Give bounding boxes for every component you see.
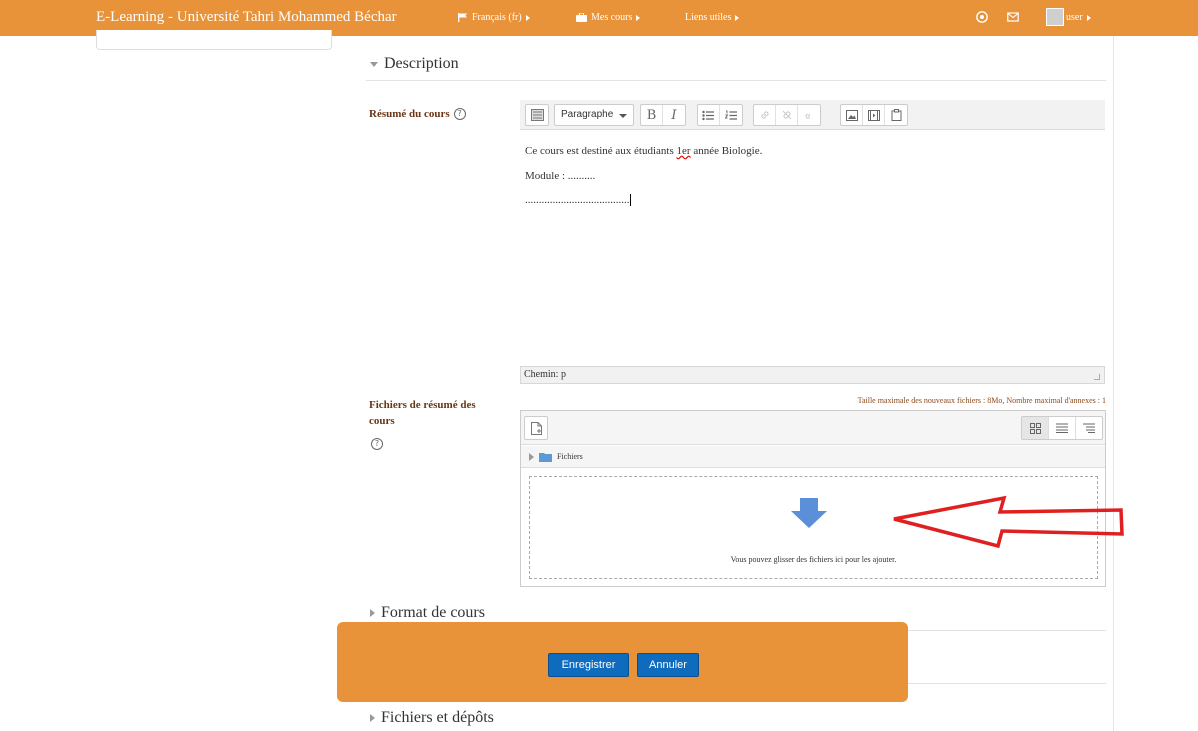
help-icon[interactable]: ? (371, 438, 383, 450)
anchor-button[interactable] (798, 105, 820, 125)
caret-right-icon (525, 14, 530, 21)
useful-links-menu[interactable]: Liens utiles (685, 12, 740, 23)
summary-files-label-text: Fichiers de résumé des cours (369, 399, 476, 427)
my-courses-menu[interactable]: Mes cours (576, 12, 641, 23)
file-manager-toolbar (521, 411, 1105, 445)
summary-files-label: Fichiers de résumé des cours (369, 397, 499, 429)
text-style-group: B I (640, 104, 686, 126)
anchor-icon (805, 113, 811, 119)
drop-arrow-icon (791, 498, 827, 528)
tree-icon (1083, 423, 1095, 433)
italic-icon: I (671, 107, 677, 123)
view-switcher (1021, 416, 1103, 440)
cancel-button[interactable]: Annuler (637, 653, 699, 677)
insert-media-button[interactable] (863, 105, 885, 125)
add-file-button[interactable] (524, 416, 548, 440)
summary-editor[interactable] (520, 131, 1105, 365)
editor-path: Chemin: p (524, 369, 566, 380)
list-group (697, 104, 743, 126)
folder-icon (539, 452, 552, 462)
unlink-button[interactable] (776, 105, 798, 125)
user-menu[interactable]: user (1066, 12, 1091, 23)
useful-links-label: Liens utiles (685, 12, 732, 23)
drop-zone-text: Vous pouvez glisser des fichiers ici pou… (730, 555, 897, 564)
section-course-format-title: Format de cours (381, 604, 485, 621)
user-avatar[interactable] (1046, 8, 1064, 26)
link-icon (760, 111, 769, 119)
briefcase-icon (576, 13, 587, 22)
messages-icon[interactable] (1007, 11, 1019, 23)
media-group (840, 104, 908, 126)
flag-icon (458, 13, 467, 22)
toolbar-toggle-icon (530, 109, 544, 121)
divider (366, 80, 1106, 81)
editor-text: Ce cours est destiné aux étudiants (525, 145, 677, 157)
summary-label-text: Résumé du cours (369, 108, 450, 120)
image-icon (845, 109, 858, 121)
expand-triangle-icon[interactable] (529, 452, 534, 461)
editor-line-3: ...................................... (525, 194, 631, 207)
collapsed-triangle-icon (370, 609, 375, 617)
editor-text: année Biologie. (690, 145, 763, 157)
clipboard-icon (891, 109, 901, 121)
section-files-uploads-toggle[interactable]: Fichiers et dépôts (370, 709, 494, 727)
link-group (753, 104, 821, 126)
help-icon[interactable]: ? (453, 108, 466, 121)
tree-view-button[interactable] (1076, 417, 1102, 439)
language-menu[interactable]: Français (fr) (458, 12, 530, 23)
resize-handle-icon[interactable] (1094, 374, 1100, 380)
ordered-list-button[interactable] (720, 105, 742, 125)
italic-button[interactable]: I (663, 105, 685, 125)
manage-files-button[interactable] (885, 105, 907, 125)
caret-right-icon (636, 14, 641, 21)
grid-icon (1029, 422, 1041, 434)
notifications-icon[interactable] (976, 11, 988, 23)
language-label: Français (fr) (472, 12, 522, 23)
caret-right-icon (1086, 14, 1091, 21)
caret-right-icon (735, 14, 740, 21)
icon-view-button[interactable] (1022, 417, 1049, 439)
unordered-list-button[interactable] (698, 105, 720, 125)
unordered-list-icon (702, 110, 714, 120)
misspelled-word: 1er (676, 145, 691, 157)
link-button[interactable] (754, 105, 776, 125)
list-view-button[interactable] (1049, 417, 1076, 439)
ordered-list-icon (724, 110, 737, 120)
bold-icon: B (646, 107, 657, 123)
media-icon (867, 109, 880, 121)
collapsed-triangle-icon (370, 714, 375, 722)
paragraph-format-value: Paragraphe (561, 109, 614, 120)
chevron-down-icon (619, 114, 627, 118)
summary-label: Résumé du cours? (369, 106, 466, 122)
user-name: user (1066, 12, 1083, 23)
insert-image-button[interactable] (841, 105, 863, 125)
folder-name[interactable]: Fichiers (557, 452, 583, 461)
save-button[interactable]: Enregistrer (548, 653, 629, 677)
editor-line-2: Module : .......... (525, 170, 596, 182)
my-courses-label: Mes cours (591, 12, 633, 23)
annotation-arrow-icon (893, 495, 1124, 549)
section-description-toggle[interactable]: Description (370, 55, 459, 73)
section-description-title: Description (384, 55, 459, 72)
add-file-icon (530, 421, 542, 435)
section-files-uploads-title: Fichiers et dépôts (381, 709, 494, 726)
bold-button[interactable]: B (641, 105, 663, 125)
editor-statusbar: Chemin: p (520, 366, 1105, 384)
unlink-icon (782, 110, 791, 120)
left-block-panel (96, 30, 332, 50)
file-path-bar: Fichiers (521, 446, 1105, 468)
list-icon (1056, 423, 1068, 433)
text-cursor (629, 194, 631, 207)
toolbar-toggle-button[interactable] (525, 104, 549, 126)
site-brand[interactable]: E-Learning - Université Tahri Mohammed B… (96, 9, 397, 26)
editor-line-1: Ce cours est destiné aux étudiants 1er a… (525, 145, 762, 157)
content-border (1113, 36, 1114, 731)
expanded-triangle-icon (370, 61, 378, 67)
section-course-format-toggle[interactable]: Format de cours (370, 604, 485, 622)
file-limits-note: Taille maximale des nouveaux fichiers : … (857, 396, 1106, 405)
paragraph-format-select[interactable]: Paragraphe (554, 104, 634, 126)
editor-text: ...................................... (525, 194, 630, 206)
